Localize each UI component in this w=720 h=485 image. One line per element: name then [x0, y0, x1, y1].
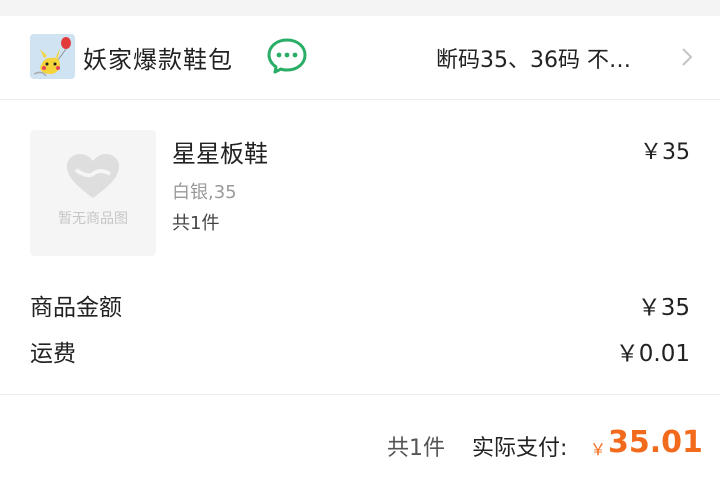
- product-quantity: 共1件: [172, 213, 220, 234]
- top-spacer: [0, 0, 720, 16]
- shop-note[interactable]: 断码35、36码 不…: [436, 42, 674, 74]
- shipping-value: ￥0.01: [615, 341, 690, 367]
- wechat-chat-icon[interactable]: [266, 37, 308, 75]
- shop-name[interactable]: 妖家爆款鞋包: [83, 40, 233, 75]
- product-image-placeholder[interactable]: 暂无商品图: [30, 130, 156, 256]
- shipping-label: 运费: [30, 341, 76, 367]
- actual-payment-label: 实际支付:: [472, 436, 568, 461]
- product-title[interactable]: 星星板鞋: [172, 134, 268, 169]
- goods-amount-value: ￥35: [637, 295, 690, 321]
- product-sku: 白银,35: [172, 182, 237, 203]
- total-item-count: 共1件: [387, 436, 445, 461]
- heart-placeholder-icon: [64, 152, 122, 202]
- chevron-right-icon[interactable]: [680, 46, 694, 68]
- actual-payment-total: 35.01: [608, 425, 703, 460]
- currency-symbol: ￥: [590, 440, 607, 459]
- shop-avatar[interactable]: [30, 34, 75, 79]
- divider: [0, 394, 720, 395]
- goods-amount-label: 商品金额: [30, 295, 122, 321]
- product-price: ￥35: [640, 140, 690, 165]
- no-image-text: 暂无商品图: [58, 211, 128, 227]
- shop-header[interactable]: 妖家爆款鞋包 断码35、36码 不…: [0, 16, 720, 100]
- order-card: 妖家爆款鞋包 断码35、36码 不… 暂无商品图 星星板鞋 ￥35 白银,35: [0, 16, 720, 485]
